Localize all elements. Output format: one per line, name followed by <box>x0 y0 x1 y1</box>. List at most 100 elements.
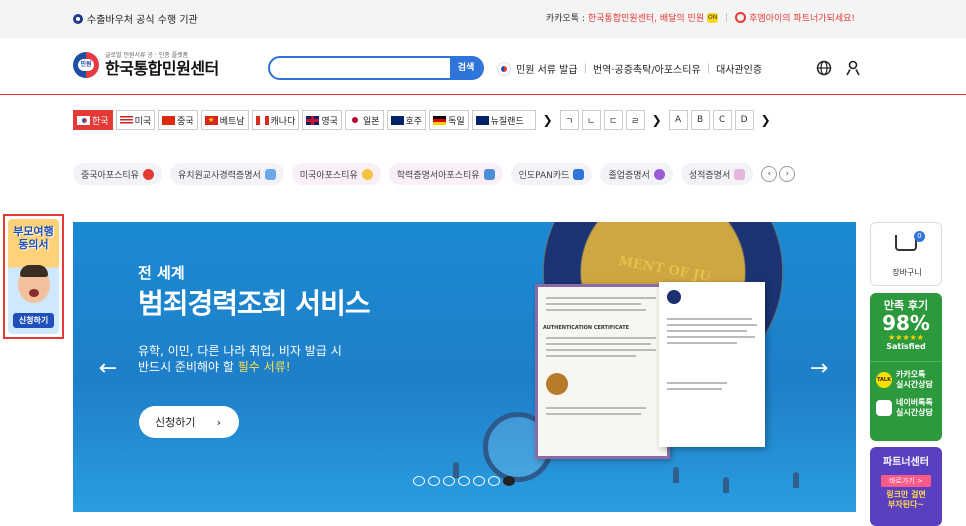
country-label: 한국 <box>92 116 109 127</box>
services-prev-button[interactable]: ‹ <box>761 166 778 182</box>
latin-letters-next-arrow[interactable]: ❯ <box>757 113 775 127</box>
search-button[interactable]: 검색 <box>450 56 482 80</box>
certified-agency-notice: 수출바우처 공식 수행 기관 <box>73 11 198 26</box>
service-usa-apostille[interactable]: 미국아포스티유 <box>291 163 381 185</box>
country-tab-china[interactable]: 중국 <box>158 110 198 130</box>
certificate-caption: AUTHENTICATION CERTIFICATE <box>543 325 630 331</box>
gem-icon <box>653 168 665 180</box>
search-box: 검색 <box>268 56 484 81</box>
new-zealand-flag-icon <box>475 115 489 125</box>
service-india-pan-card[interactable]: 인도PAN카드 <box>510 163 593 185</box>
country-next-arrow[interactable]: ❯ <box>539 113 557 127</box>
carousel-next-arrow[interactable]: → <box>804 355 834 385</box>
index-letter-nieun[interactable]: ㄴ <box>581 110 601 130</box>
top-bar: 수출바우처 공식 수행 기관 카카오톡 : 한국통합민원센터, 배달의 민원 O… <box>0 0 966 38</box>
country-tab-canada[interactable]: 캐나다 <box>251 110 300 130</box>
country-label: 중국 <box>177 116 194 127</box>
carousel-prev-arrow[interactable]: ← <box>93 355 123 385</box>
chevron-right-icon: › <box>216 415 221 429</box>
globe-icon[interactable] <box>816 60 832 76</box>
kakao-chat-button[interactable]: TALK 카카오톡 실시간상담 <box>870 362 942 390</box>
naver-talktalk-button[interactable]: 네이버톡톡 실시간상담 <box>870 390 942 418</box>
kakao-chat-icon[interactable]: ON <box>707 12 719 23</box>
partner-go-button[interactable]: 바로가기 > <box>881 475 931 487</box>
korean-letters-next-arrow[interactable]: ❯ <box>648 113 666 127</box>
user-icon[interactable] <box>846 60 860 76</box>
korea-emblem-icon <box>497 61 511 76</box>
header-divider <box>0 94 966 95</box>
search-input[interactable] <box>280 60 450 81</box>
country-tab-uk[interactable]: 영국 <box>302 110 342 130</box>
nav-separator: | <box>583 63 587 74</box>
cart-button[interactable]: 0 장바구니 <box>870 222 942 286</box>
service-diploma-apostille[interactable]: 학력증명서아포스티유 <box>388 163 503 185</box>
nav-translation-apostille[interactable]: 번역·공증촉탁/아포스티유 <box>593 61 701 76</box>
logo-mark-icon: 민원 <box>73 52 99 78</box>
canada-flag-icon <box>255 115 269 125</box>
country-tab-japan[interactable]: 일본 <box>344 110 384 130</box>
satisfaction-review-banner[interactable]: 만족 후기 98% ★★★★★ Satisfied <box>870 293 942 361</box>
partner-promo-link[interactable]: 후엠아이의 파트너가되세요! <box>749 11 855 24</box>
index-letter-b[interactable]: B <box>690 110 710 130</box>
country-tab-usa[interactable]: 미국 <box>115 110 156 130</box>
document-icon <box>734 168 746 180</box>
review-percentage: 98% <box>882 311 930 335</box>
usa-flag-icon <box>119 115 133 125</box>
country-label: 뉴질랜드 <box>490 116 524 127</box>
hero-title: 범죄경력조회 서비스 <box>138 287 371 320</box>
popular-services: 중국아포스티유 유치원교사경력증명서 미국아포스티유 학력증명서아포스티유 인도… <box>73 163 796 185</box>
country-label: 캐나다 <box>270 116 296 127</box>
parent-travel-consent-banner[interactable]: 부모여행 동의서 신청하기 <box>3 214 64 339</box>
partner-center-banner[interactable]: 파트너센터 바로가기 > 링크만 걸면 부자된다~ <box>870 447 942 526</box>
carousel-dot[interactable] <box>473 476 485 486</box>
banner-title: 부모여행 동의서 <box>13 225 54 251</box>
country-tab-germany[interactable]: 독일 <box>429 110 469 130</box>
service-graduation-certificate[interactable]: 졸업증명서 <box>600 163 673 185</box>
service-label: 유치원교사경력증명서 <box>177 170 261 181</box>
carousel-dot[interactable] <box>413 476 425 486</box>
index-letter-giyeok[interactable]: ㄱ <box>559 110 579 130</box>
site-logo[interactable]: 민원 글로벌 민원서류 공 · 인증 플랫폼 한국통합민원센터 <box>73 52 219 78</box>
index-letter-digeut[interactable]: ㄷ <box>603 110 623 130</box>
nav-document-issuance[interactable]: 민원 서류 발급 <box>516 61 578 76</box>
partner-title: 파트너센터 <box>883 457 929 468</box>
country-label: 호주 <box>405 116 423 127</box>
country-tab-new-zealand[interactable]: 뉴질랜드 <box>471 110 536 130</box>
carousel-dot[interactable] <box>488 476 500 486</box>
country-tab-vietnam[interactable]: ★ 베트남 <box>200 110 249 130</box>
index-letter-d[interactable]: D <box>734 110 754 130</box>
kakao-channel-link[interactable]: 한국통합민원센터, 배달의 민원 <box>588 11 704 24</box>
hero-subtitle: 전 세계 <box>138 264 185 282</box>
korea-flag-icon <box>77 115 90 125</box>
carousel-dot[interactable] <box>428 476 440 486</box>
country-tab-australia[interactable]: 호주 <box>386 110 427 130</box>
china-icon <box>142 168 154 180</box>
index-letter-c[interactable]: C <box>712 110 732 130</box>
graduation-icon <box>483 168 495 180</box>
index-letter-a[interactable]: A <box>668 110 688 130</box>
service-label: 졸업증명서 <box>608 170 650 181</box>
service-kindergarten-certificate[interactable]: 유치원교사경력증명서 <box>169 163 284 185</box>
index-letter-rieul[interactable]: ㄹ <box>625 110 645 130</box>
carousel-pagination <box>413 476 515 486</box>
services-next-button[interactable]: › <box>779 166 796 182</box>
naver-talk-icon <box>876 400 892 416</box>
germany-flag-icon <box>433 115 447 125</box>
hero-apply-button[interactable]: 신청하기 › <box>139 406 239 438</box>
kakao-prefix: 카카오톡 : <box>545 14 585 24</box>
nav-embassy-certification[interactable]: 대사관인증 <box>716 61 762 76</box>
service-transcript[interactable]: 성적증명서 <box>680 163 754 185</box>
hero-description: 유학, 이민, 다른 나라 취업, 비자 발급 시 반드시 준비해야 할 필수 … <box>138 344 342 374</box>
banner-apply-button[interactable]: 신청하기 <box>13 313 54 328</box>
carousel-dot[interactable] <box>503 476 515 486</box>
person-figure <box>673 467 679 483</box>
cart-label: 장바구니 <box>892 268 922 277</box>
badge-icon <box>361 168 373 180</box>
service-label: 미국아포스티유 <box>299 170 358 181</box>
carousel-dot[interactable] <box>443 476 455 486</box>
carousel-dot[interactable] <box>458 476 470 486</box>
country-tab-korea[interactable]: 한국 <box>73 110 113 130</box>
cart-count-badge: 0 <box>914 231 925 242</box>
service-china-apostille[interactable]: 중국아포스티유 <box>73 163 162 185</box>
person-figure <box>723 477 729 493</box>
